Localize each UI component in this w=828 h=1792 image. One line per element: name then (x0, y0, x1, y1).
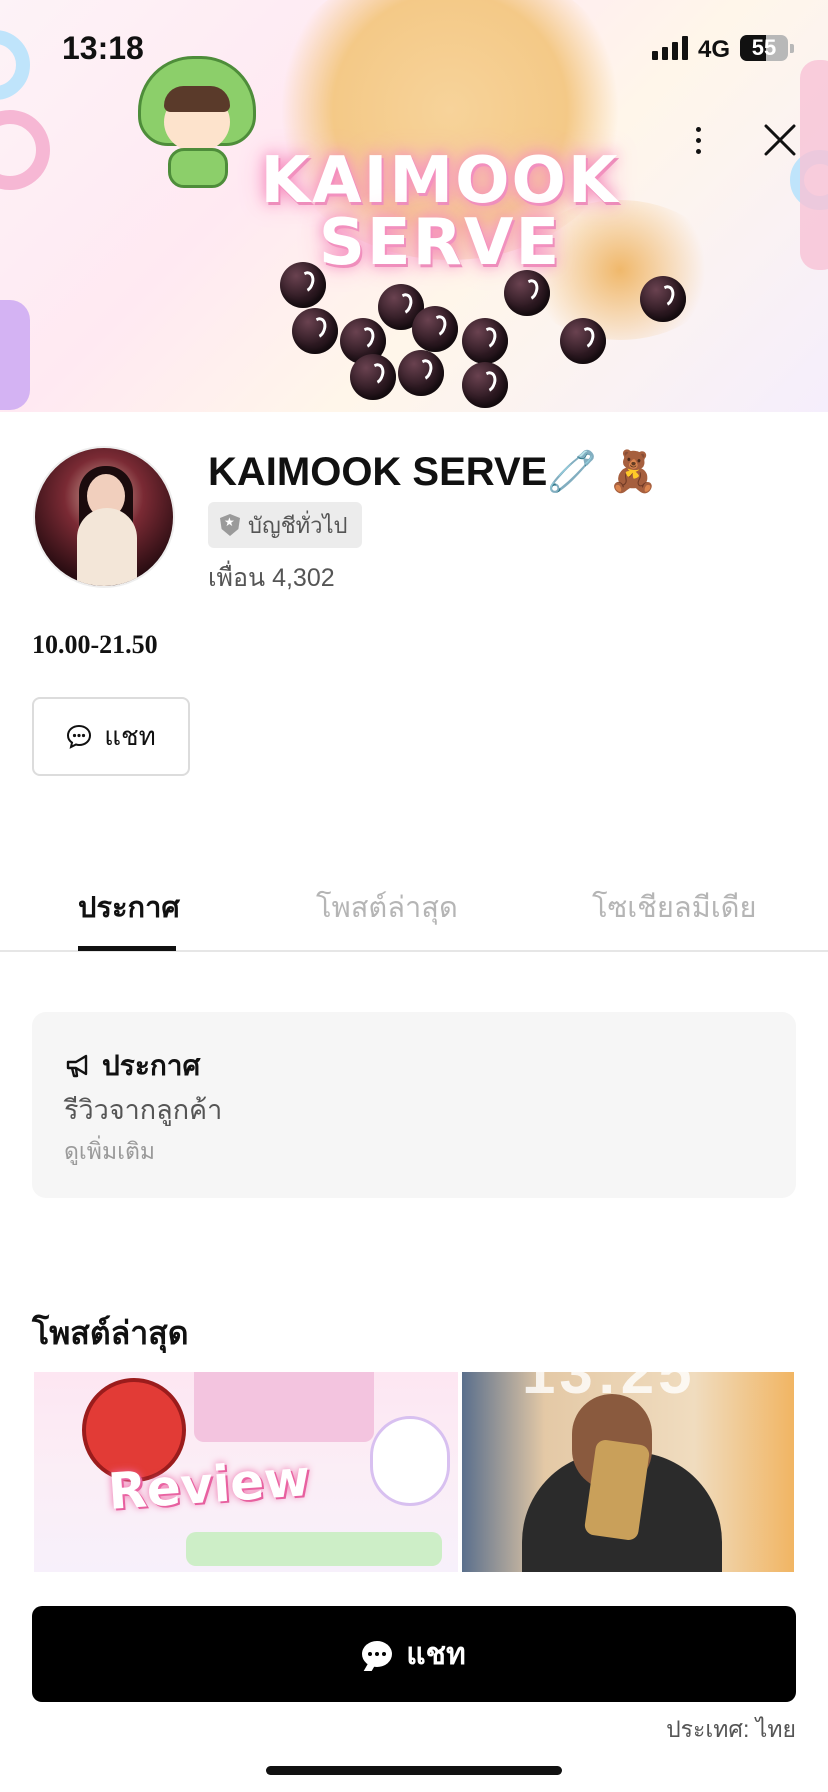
chat-primary-label: แชท (406, 1637, 466, 1671)
latest-posts-title: โพสต์ล่าสุด (32, 1315, 189, 1351)
signal-icon (652, 36, 688, 60)
more-options-icon[interactable] (678, 118, 718, 162)
chat-button-label: แชท (104, 721, 156, 751)
announcement-header: ประกาศ (64, 1044, 200, 1088)
unicorn-illustration (370, 1416, 450, 1506)
tab-announcement[interactable]: ประกาศ (78, 884, 180, 930)
announcement-card[interactable]: ประกาศ รีวิวจากลูกค้า ดูเพิ่มเติม (32, 1012, 796, 1198)
shield-icon (220, 514, 240, 536)
friends-count: เพื่อน 4,302 (208, 564, 335, 592)
profile-avatar (33, 446, 175, 588)
home-indicator[interactable] (266, 1766, 562, 1775)
tab-latest-posts[interactable]: โพสต์ล่าสุด (316, 884, 458, 930)
tab-social-media[interactable]: โซเชียลมีเดีย (592, 884, 756, 930)
post-thumbnail-photo[interactable]: 13:25 (462, 1372, 794, 1572)
chat-button[interactable]: แชท (32, 697, 190, 776)
post-thumbnail-review[interactable]: Review (34, 1372, 458, 1572)
announcement-text: รีวิวจากลูกค้า (64, 1095, 223, 1125)
chat-bubble-icon (67, 724, 92, 749)
account-name: KAIMOOK SERVE🧷 🧸 (208, 450, 659, 494)
chat-bubble-icon (362, 1641, 393, 1667)
active-tab-indicator (78, 946, 176, 951)
tab-bar: ประกาศ โพสต์ล่าสุด โซเชียลมีเดีย (0, 862, 828, 952)
chat-primary-button[interactable]: แชท (32, 1606, 796, 1702)
close-icon[interactable] (760, 118, 800, 162)
account-type-badge: บัญชีทั่วไป (208, 502, 362, 548)
status-time: 13:18 (62, 30, 144, 66)
battery-level: 55 (751, 35, 777, 60)
see-more-link[interactable]: ดูเพิ่มเติม (64, 1134, 155, 1170)
country-label: ประเทศ: ไทย (666, 1716, 796, 1742)
battery-icon: 55 (740, 35, 788, 61)
business-hours: 10.00-21.50 (32, 630, 158, 659)
network-type: 4G (698, 36, 731, 63)
megaphone-icon (66, 1054, 88, 1078)
account-type-label: บัญชีทั่วไป (248, 512, 348, 538)
cover-title: KAIMOOK SERVE (260, 144, 620, 280)
status-bar: 13:18 4G 55 (0, 0, 828, 100)
announcement-title: ประกาศ (102, 1050, 201, 1081)
